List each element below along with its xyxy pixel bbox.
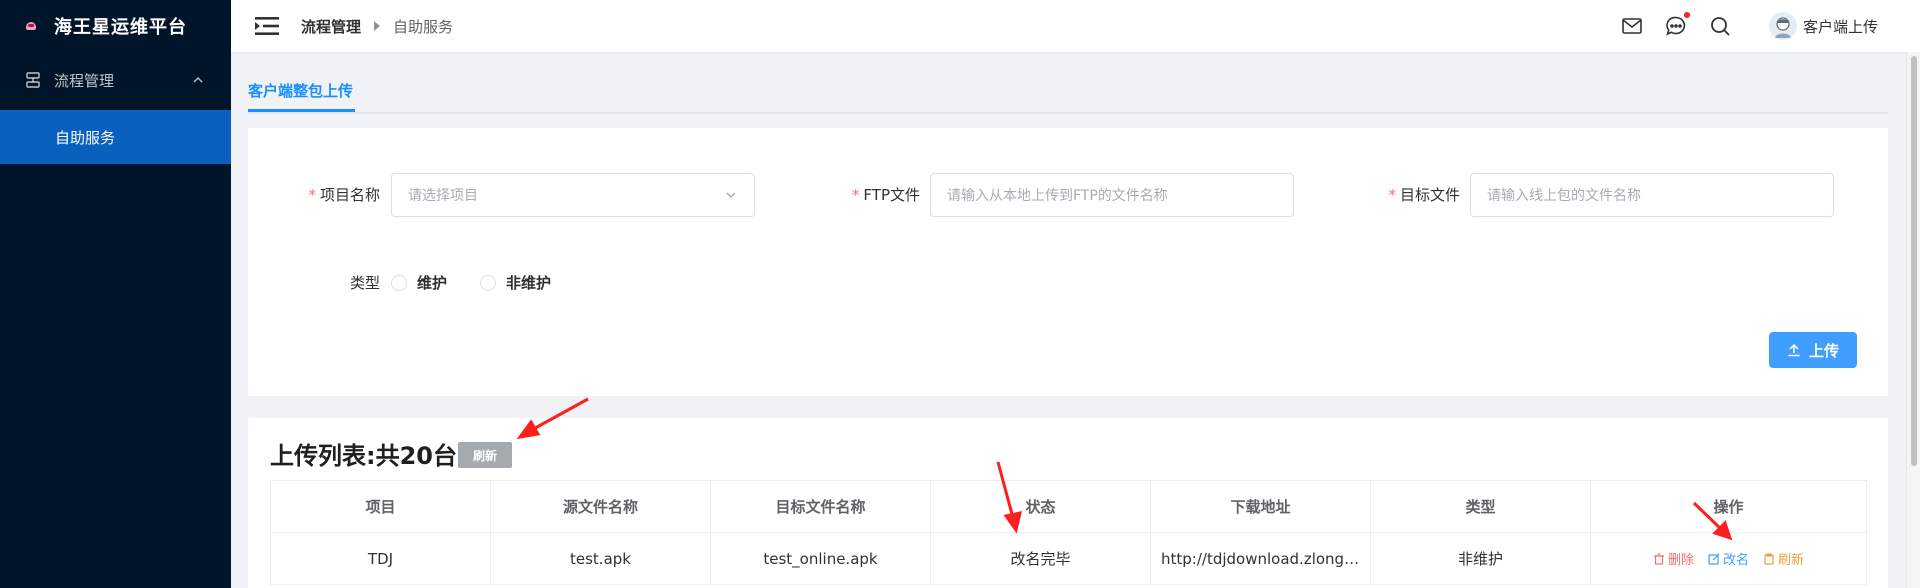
upload-button[interactable]: 上传: [1769, 332, 1857, 368]
target-label: * 目标文件: [1388, 186, 1460, 204]
search-icon[interactable]: [1709, 15, 1731, 37]
required-mark: *: [308, 186, 316, 204]
radio-label: 非维护: [506, 274, 552, 292]
required-mark: *: [851, 186, 860, 204]
cell-project: TDJ: [270, 532, 491, 585]
radio-maintenance[interactable]: 维护: [391, 272, 447, 293]
ftp-file-placeholder: 请输入从本地上传到FTP的文件名称: [947, 188, 1168, 204]
refresh-list-button[interactable]: 刷新: [458, 442, 512, 468]
radio-non-maintenance[interactable]: 非维护: [480, 272, 551, 293]
clipboard-icon: [1764, 552, 1774, 565]
cell-source: test.apk: [490, 532, 711, 585]
upload-button-label: 上传: [1808, 341, 1839, 360]
column-header: 源文件名称: [490, 480, 711, 533]
table-header-row: 项目 源文件名称 目标文件名称 状态 下载地址 类型 操作: [270, 480, 1867, 533]
sidebar: 海王星运维平台 流程管理 自助服务: [0, 0, 231, 588]
project-select[interactable]: 请选择项目: [391, 173, 755, 217]
rename-label: 改名: [1722, 553, 1749, 568]
upload-table: 项目 源文件名称 目标文件名称 状态 下载地址 类型 操作 TDJ test.a…: [270, 480, 1867, 585]
column-header: 下载地址: [1150, 480, 1371, 533]
upload-form-card: * 项目名称 请选择项目 * FTP文件 请输入从本地上传到FTP的文件名称 * 目标…: [248, 128, 1888, 396]
project-select-placeholder: 请选择项目: [408, 188, 478, 204]
rename-button[interactable]: 改名: [1708, 549, 1749, 568]
mail-icon[interactable]: [1621, 15, 1643, 37]
cell-ops: 删除 改名 刷新: [1590, 532, 1867, 585]
column-header: 操作: [1590, 480, 1867, 533]
notification-dot: [1683, 12, 1690, 18]
cell-type: 非维护: [1370, 532, 1591, 585]
required-mark: *: [1388, 186, 1396, 204]
target-file-input[interactable]: 请输入线上包的文件名称: [1470, 173, 1834, 217]
breadcrumb-separator-icon: [374, 21, 381, 31]
flow-icon: [26, 72, 40, 88]
upload-list-card: 上传列表:共20台 刷新 项目 源文件名称 目标文件名称 状态 下载地址 类型 …: [248, 418, 1888, 588]
column-header: 项目: [270, 480, 491, 533]
tab-bar: 客户端整包上传: [248, 72, 1888, 114]
header-actions: 客户端上传: [1621, 0, 1920, 52]
trash-icon: [1653, 552, 1664, 565]
message-icon[interactable]: [1665, 12, 1690, 37]
sidebar-group-label: 流程管理: [54, 71, 115, 90]
menu-fold-icon[interactable]: [255, 15, 279, 37]
cell-status: 改名完毕: [930, 532, 1151, 585]
cell-url: http://tdjdownload.zlongame.com/test_onl…: [1150, 532, 1371, 585]
page-scrollbar[interactable]: [1906, 52, 1920, 588]
sidebar-group-process[interactable]: 流程管理: [0, 52, 231, 108]
chevron-down-icon: [726, 192, 736, 198]
column-header: 状态: [930, 480, 1151, 533]
cell-target: test_online.apk: [710, 532, 931, 585]
radio-circle: [391, 274, 407, 291]
ftp-label: * FTP文件: [851, 186, 920, 204]
list-title: 上传列表:共20台: [270, 442, 457, 470]
username[interactable]: 客户端上传: [1803, 16, 1878, 37]
radio-label: 维护: [417, 274, 448, 292]
top-header: 流程管理 自助服务 客户端上传: [231, 0, 1920, 52]
sidebar-item-label: 自助服务: [55, 128, 116, 147]
delete-label: 删除: [1667, 553, 1694, 568]
avatar[interactable]: [1768, 12, 1797, 40]
column-header: 目标文件名称: [710, 480, 931, 533]
edit-icon: [1708, 553, 1720, 565]
sidebar-item-self-service[interactable]: 自助服务: [0, 110, 231, 164]
ftp-file-input[interactable]: 请输入从本地上传到FTP的文件名称: [930, 173, 1294, 217]
brand[interactable]: 海王星运维平台: [0, 0, 231, 52]
breadcrumb-current: 自助服务: [393, 17, 454, 36]
refresh-row-label: 刷新: [1778, 553, 1805, 568]
tab-client-package-upload[interactable]: 客户端整包上传: [248, 80, 355, 112]
upload-icon: [1788, 343, 1800, 357]
target-file-placeholder: 请输入线上包的文件名称: [1487, 188, 1641, 204]
project-label: * 项目名称: [308, 186, 380, 204]
column-header: 类型: [1370, 480, 1591, 533]
breadcrumb-parent[interactable]: 流程管理: [301, 16, 361, 37]
type-label: 类型: [349, 274, 380, 292]
table-row: TDJ test.apk test_online.apk 改名完毕 http:/…: [270, 532, 1867, 585]
scrollbar-thumb[interactable]: [1911, 56, 1917, 466]
refresh-row-button[interactable]: 刷新: [1763, 549, 1804, 568]
chevron-up-icon: [193, 77, 203, 83]
brand-title: 海王星运维平台: [54, 17, 187, 38]
delete-button[interactable]: 删除: [1653, 549, 1694, 568]
brand-logo-icon: [24, 21, 38, 31]
radio-circle: [480, 274, 496, 291]
